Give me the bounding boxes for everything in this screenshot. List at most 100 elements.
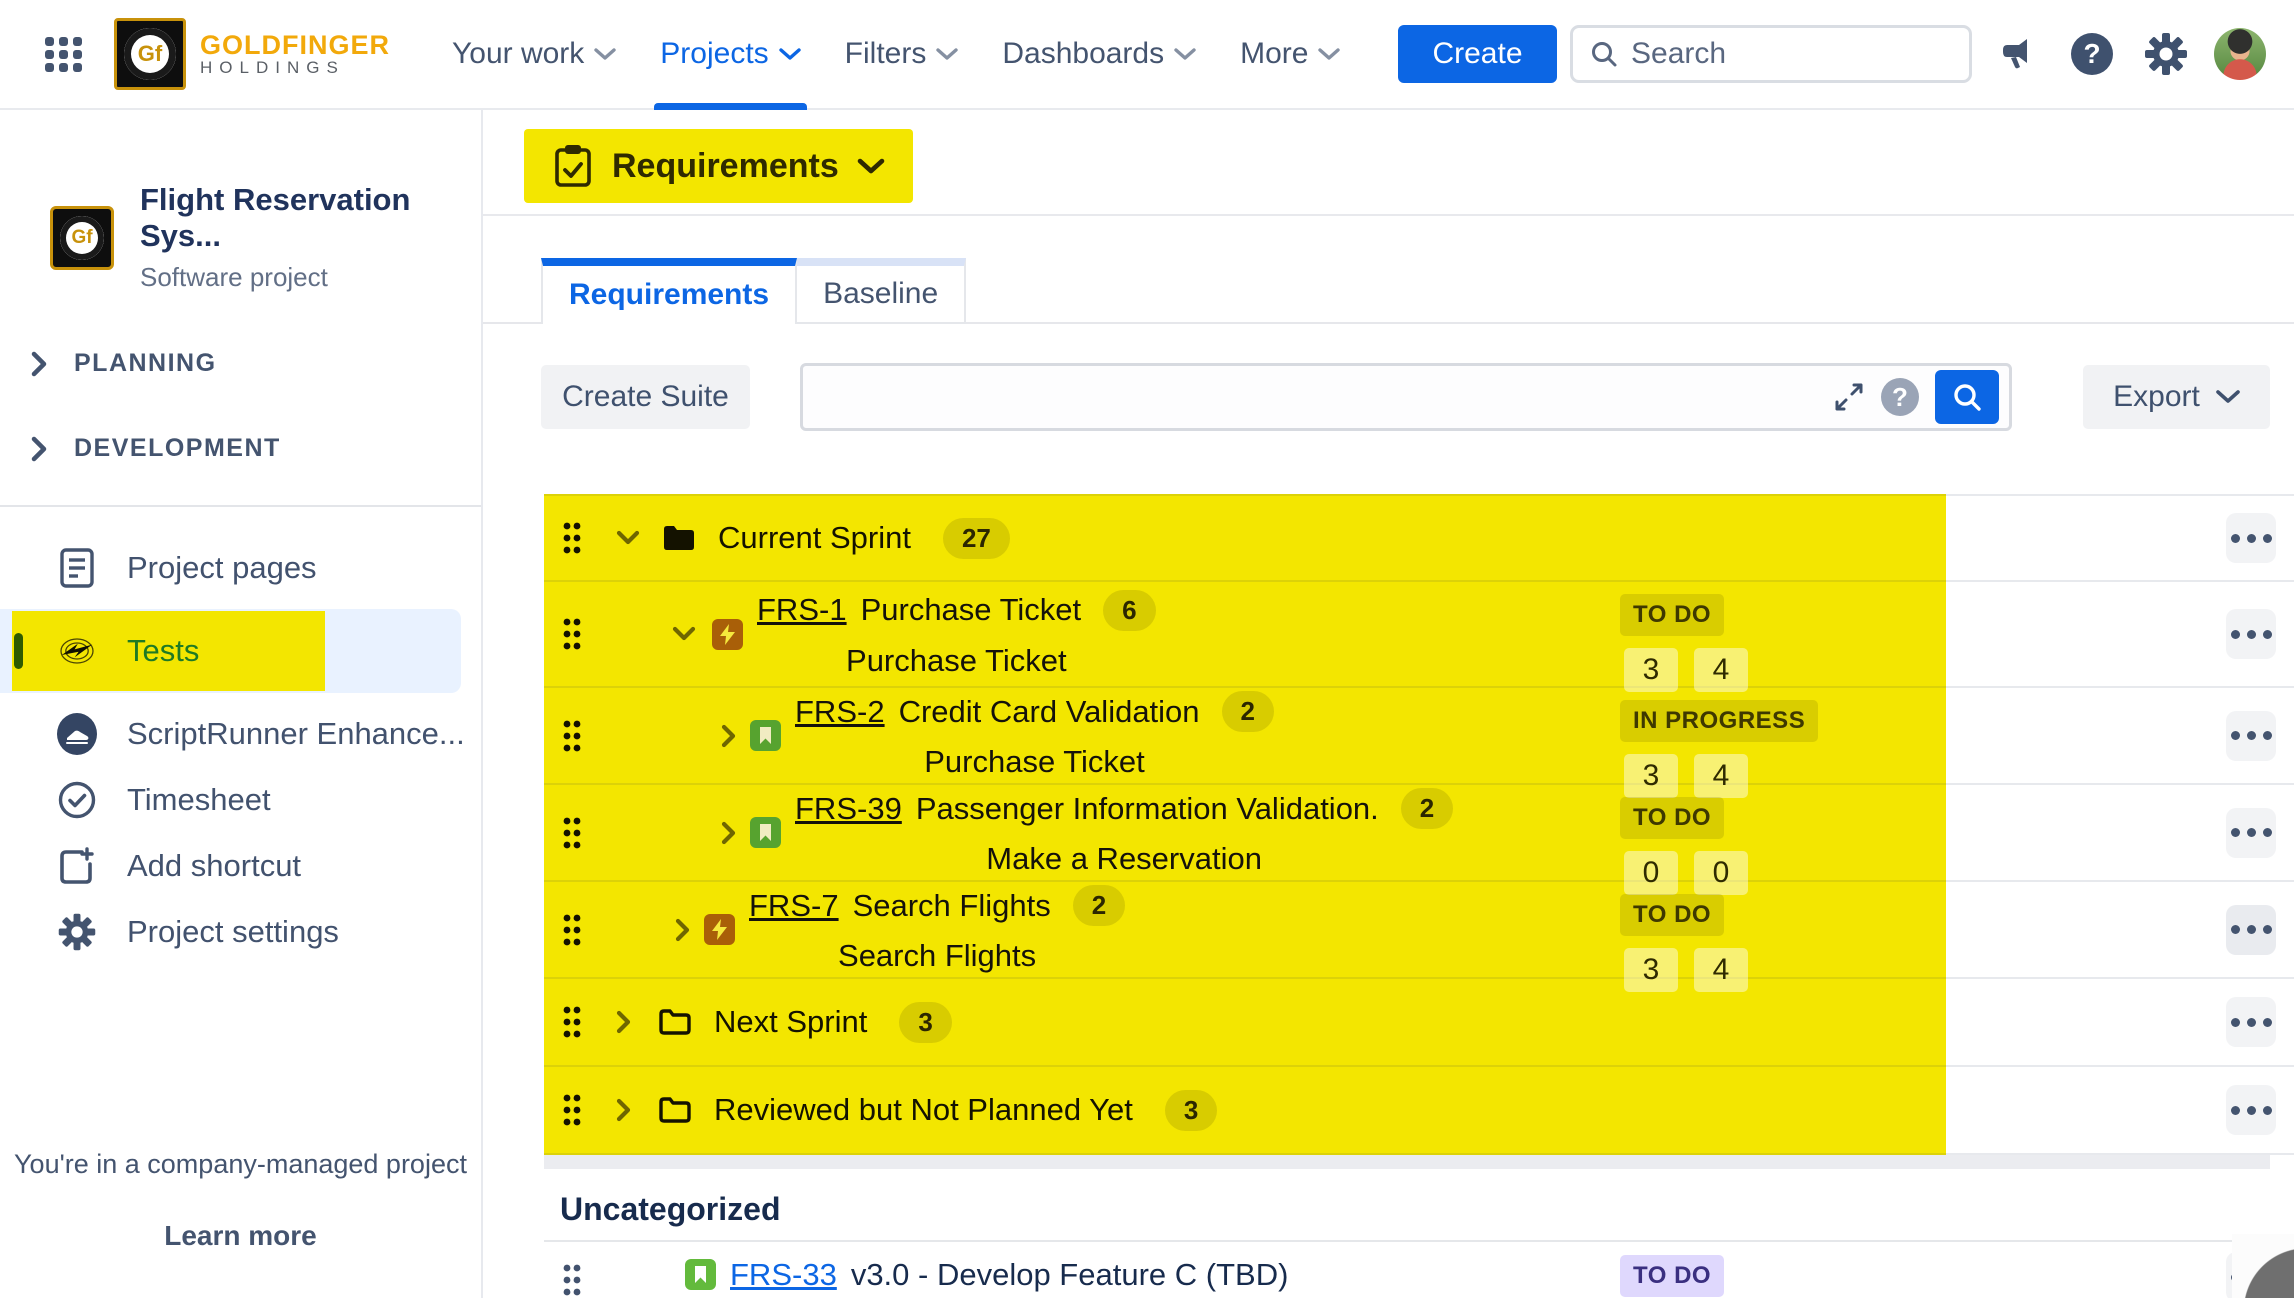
search-icon <box>1589 39 1619 69</box>
app-switcher-icon[interactable] <box>38 28 90 80</box>
drag-handle-icon[interactable] <box>562 617 582 651</box>
issue-key-link[interactable]: FRS-39 <box>795 791 902 827</box>
issue-key-link[interactable]: FRS-33 <box>730 1257 837 1293</box>
row-actions-button[interactable] <box>2226 513 2276 563</box>
drag-handle-icon[interactable] <box>562 1005 582 1039</box>
table-row-frs-1[interactable]: FRS-1 Purchase Ticket 6 Purchase Ticket … <box>544 582 2294 688</box>
chevron-right-icon[interactable] <box>675 918 691 942</box>
svg-text:?: ? <box>2083 38 2100 69</box>
sidebar-item-project-settings[interactable]: Project settings <box>0 899 481 965</box>
chevron-down-icon[interactable] <box>672 626 696 642</box>
tab-requirements[interactable]: Requirements <box>541 258 797 324</box>
count-badge: 27 <box>943 518 1010 559</box>
requirements-tree: Current Sprint 27 FRS-1 Purcha <box>483 494 2294 1298</box>
user-avatar[interactable] <box>2214 28 2266 80</box>
logo-wordmark-top: GOLDFINGER <box>200 31 390 59</box>
sidebar-item-add-shortcut[interactable]: Add shortcut <box>0 833 481 899</box>
count-chip: 3 <box>1624 648 1678 692</box>
row-actions-button[interactable] <box>2226 609 2276 659</box>
count-chip: 4 <box>1694 648 1748 692</box>
search-icon <box>1951 381 1983 413</box>
sidebar-item-scriptrunner[interactable]: ScriptRunner Enhance... <box>0 701 481 767</box>
active-item-bar <box>14 633 23 669</box>
drag-handle-icon[interactable] <box>562 816 582 850</box>
settings-gear-icon[interactable] <box>2138 26 2194 82</box>
table-row-next-sprint[interactable]: Next Sprint 3 <box>544 979 2294 1067</box>
issue-title: v3.0 - Develop Feature C (TBD) <box>851 1257 1289 1293</box>
filter-search-input[interactable] <box>821 380 1833 414</box>
row-actions-button[interactable] <box>2226 1085 2276 1135</box>
nav-your-work[interactable]: Your work <box>430 0 638 108</box>
issue-key-link[interactable]: FRS-7 <box>749 888 839 924</box>
issue-parent: Purchase Ticket <box>757 643 1156 679</box>
row-actions-button[interactable] <box>2226 905 2276 955</box>
row-actions-button[interactable] <box>2226 808 2276 858</box>
issue-parent: Purchase Ticket <box>795 744 1274 780</box>
global-search-input[interactable] <box>1631 37 1911 71</box>
export-button[interactable]: Export <box>2083 365 2270 429</box>
drag-handle-icon[interactable] <box>562 913 582 947</box>
create-button[interactable]: Create <box>1398 25 1556 83</box>
nav-projects[interactable]: Projects <box>638 0 822 108</box>
issue-key-link[interactable]: FRS-2 <box>795 694 885 730</box>
chevron-down-icon <box>594 47 616 61</box>
tab-baseline[interactable]: Baseline <box>797 258 966 324</box>
status-badge: TO DO <box>1620 594 1724 636</box>
count-badge: 2 <box>1222 691 1274 732</box>
chevron-down-icon <box>1318 47 1340 61</box>
chevron-right-icon[interactable] <box>616 1098 632 1122</box>
sidebar-section-planning[interactable]: PLANNING <box>0 349 481 378</box>
chevron-right-icon[interactable] <box>721 821 737 845</box>
drag-handle-icon[interactable] <box>562 719 582 753</box>
issue-key-link[interactable]: FRS-1 <box>757 592 847 628</box>
issue-title: Purchase Ticket <box>861 592 1082 628</box>
filter-search-field[interactable]: ? <box>800 363 2012 431</box>
create-suite-button[interactable]: Create Suite <box>541 365 750 429</box>
uncategorized-heading: Uncategorized <box>560 1191 780 1228</box>
nav-more[interactable]: More <box>1218 0 1362 108</box>
syntax-help-icon[interactable]: ? <box>1881 378 1919 416</box>
add-shortcut-icon <box>57 846 97 886</box>
expand-icon[interactable] <box>1833 381 1865 413</box>
notifications-icon[interactable] <box>1990 26 2046 82</box>
drag-handle-icon[interactable] <box>562 1093 582 1127</box>
row-actions-button[interactable] <box>2226 997 2276 1047</box>
search-submit-button[interactable] <box>1935 370 1999 424</box>
nav-filters[interactable]: Filters <box>823 0 981 108</box>
status-cell: TO DO 3 4 <box>1620 894 1748 992</box>
requirements-app-switcher[interactable]: Requirements <box>524 129 913 203</box>
project-type: Software project <box>140 262 481 293</box>
global-search[interactable] <box>1570 25 1972 83</box>
table-row-frs-39[interactable]: FRS-39 Passenger Information Validation.… <box>544 785 2294 882</box>
chevron-right-icon[interactable] <box>721 724 737 748</box>
help-icon[interactable]: ? <box>2064 26 2120 82</box>
issue-parent: Make a Reservation <box>795 841 1453 877</box>
chevron-down-icon[interactable] <box>616 530 640 546</box>
table-row-frs-2[interactable]: FRS-2 Credit Card Validation 2 Purchase … <box>544 688 2294 785</box>
story-type-icon <box>685 1259 716 1290</box>
sidebar-item-tests[interactable]: Tests <box>0 609 461 693</box>
table-row-current-sprint[interactable]: Current Sprint 27 <box>544 494 2294 582</box>
issue-title: Passenger Information Validation. <box>916 791 1379 827</box>
nav-dashboards[interactable]: Dashboards <box>980 0 1218 108</box>
primary-nav: Your work Projects Filters Dashboards Mo… <box>430 0 1362 108</box>
row-actions-button[interactable] <box>2226 711 2276 761</box>
table-row-frs-33[interactable]: FRS-33 v3.0 - Develop Feature C (TBD) TO… <box>544 1243 2294 1298</box>
sidebar-item-project-pages[interactable]: Project pages <box>0 535 481 601</box>
sidebar-section-development[interactable]: DEVELOPMENT <box>0 434 481 463</box>
project-avatar: Gf <box>50 206 114 270</box>
table-row-reviewed[interactable]: Reviewed but Not Planned Yet 3 <box>544 1067 2294 1155</box>
learn-more-link[interactable]: Learn more <box>0 1220 481 1252</box>
drag-handle-icon[interactable] <box>562 1263 582 1297</box>
folder-title: Next Sprint <box>714 1004 867 1040</box>
chevron-down-icon <box>936 47 958 61</box>
count-badge: 3 <box>899 1002 951 1043</box>
chevron-right-icon[interactable] <box>616 1010 632 1034</box>
requirement-type-icon <box>704 914 735 945</box>
status-cell: IN PROGRESS 3 4 <box>1620 700 1818 798</box>
table-row-frs-7[interactable]: FRS-7 Search Flights 2 Search Flights TO… <box>544 882 2294 979</box>
drag-handle-icon[interactable] <box>562 521 582 555</box>
company-logo[interactable]: Gf GOLDFINGER HOLDINGS <box>114 18 390 90</box>
sidebar-item-timesheet[interactable]: Timesheet <box>0 767 481 833</box>
row-divider <box>544 1240 2264 1242</box>
